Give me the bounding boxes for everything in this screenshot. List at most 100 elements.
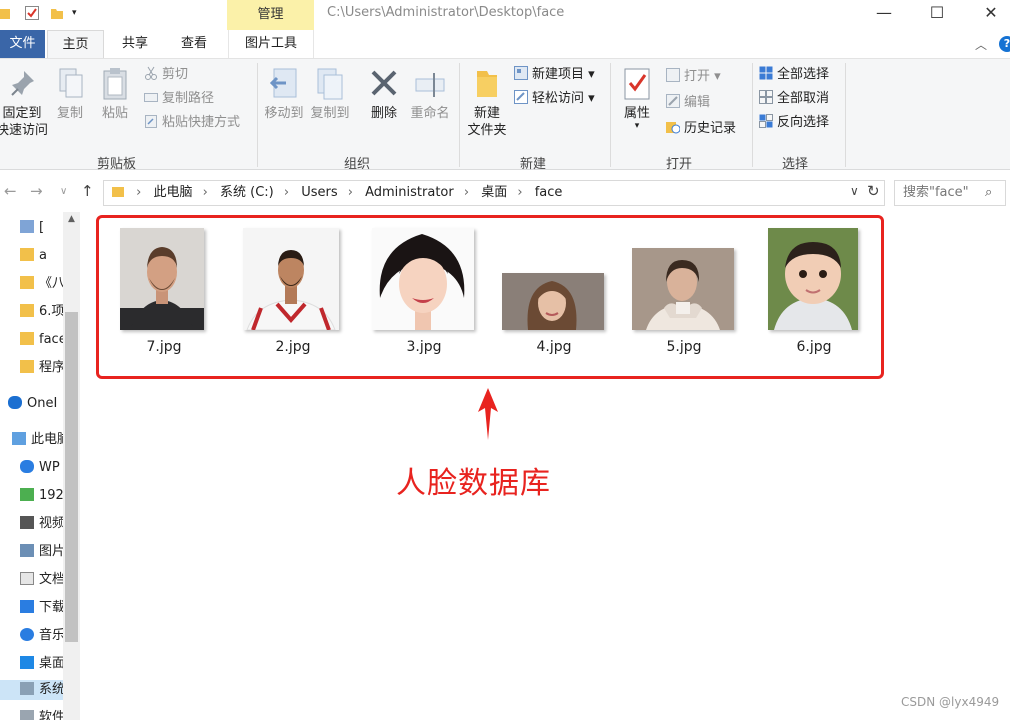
nav-item[interactable]: 文档 — [20, 570, 65, 590]
nav-item[interactable]: 下载 — [20, 598, 65, 618]
nav-item[interactable]: 音乐 — [20, 626, 65, 646]
nav-item[interactable]: OneI — [8, 394, 57, 414]
scroll-thumb[interactable] — [65, 312, 78, 642]
folder-icon[interactable] — [0, 6, 14, 20]
annotation-label: 人脸数据库 — [396, 466, 551, 501]
nav-scrollbar[interactable]: ▲ — [63, 212, 80, 720]
tab-home[interactable]: 主页 — [47, 30, 104, 58]
maximize-button[interactable]: ☐ — [917, 0, 957, 28]
close-button[interactable]: ✕ — [971, 0, 1010, 28]
nav-item[interactable]: WP — [20, 458, 60, 478]
paste-shortcut-icon — [144, 114, 158, 128]
help-icon[interactable]: ? — [999, 36, 1010, 52]
paste-button[interactable]: 粘贴 — [95, 67, 135, 122]
address-dropdown-icon[interactable]: ∨ — [850, 184, 859, 198]
recent-dropdown-icon[interactable]: ∨ — [60, 186, 67, 197]
pin-quick-access-button[interactable]: 固定到 快速访问 — [0, 67, 48, 139]
paste-shortcut-button[interactable]: 粘贴快捷方式 — [144, 113, 240, 133]
nav-item-selected[interactable]: 系统 — [0, 680, 66, 700]
folder-icon — [20, 360, 34, 373]
copy-path-button[interactable]: 复制路径 — [144, 89, 214, 109]
breadcrumb-pc[interactable]: 此电脑 — [153, 185, 192, 200]
new-folder-icon[interactable] — [50, 6, 64, 20]
rename-button[interactable]: 重命名 — [406, 67, 454, 122]
breadcrumb-separator-icon: › — [202, 185, 208, 200]
history-icon — [666, 120, 681, 134]
edit-button[interactable]: 编辑 — [666, 93, 710, 113]
folder-icon — [20, 248, 34, 261]
move-to-button[interactable]: 移动到 — [262, 67, 306, 122]
refresh-icon[interactable]: ↻ — [867, 182, 880, 200]
nav-item-label: 下载 — [39, 600, 66, 615]
nav-item[interactable]: 视频 — [20, 514, 65, 534]
forward-arrow-icon[interactable]: → — [30, 182, 43, 200]
nav-item[interactable]: 此电脑 — [12, 430, 70, 450]
easy-access-icon — [514, 90, 528, 104]
new-folder-button[interactable]: 新建 文件夹 — [462, 67, 512, 139]
copy-to-label: 复制到 — [310, 106, 350, 121]
breadcrumb-separator-icon: › — [517, 185, 523, 200]
select-all-button[interactable]: 全部选择 — [759, 65, 829, 85]
properties-button[interactable]: 属性 ▾ — [617, 67, 657, 131]
edit-label: 编辑 — [684, 95, 711, 110]
move-to-label: 移动到 — [264, 106, 304, 121]
tab-share[interactable]: 共享 — [108, 30, 162, 58]
copy-button[interactable]: 复制 — [50, 67, 90, 122]
breadcrumb-users[interactable]: Users — [301, 185, 337, 200]
paste-label: 粘贴 — [101, 106, 128, 121]
nav-item[interactable]: face — [20, 330, 67, 350]
cut-button[interactable]: 剪切 — [144, 65, 188, 85]
easy-access-button[interactable]: 轻松访问 ▾ — [514, 89, 595, 109]
properties-label: 属性 — [623, 106, 650, 121]
breadcrumb-desktop[interactable]: 桌面 — [481, 185, 507, 200]
history-label: 历史记录 — [684, 121, 737, 136]
nav-item[interactable]: 图片 — [20, 542, 65, 562]
history-button[interactable]: 历史记录 — [666, 119, 736, 139]
cloud-icon — [20, 460, 34, 473]
cut-label: 剪切 — [162, 67, 189, 82]
invert-selection-button[interactable]: 反向选择 — [759, 113, 829, 133]
back-arrow-icon[interactable]: ← — [4, 182, 17, 200]
properties-icon[interactable] — [25, 6, 39, 20]
nav-item[interactable]: 程序 — [20, 358, 65, 378]
open-button[interactable]: 打开 ▾ — [666, 67, 721, 87]
copy-to-button[interactable]: 复制到 — [308, 67, 352, 122]
nav-item[interactable]: 192 — [20, 486, 64, 506]
watermark: CSDN @lyx4949 — [901, 695, 1000, 709]
nav-item[interactable]: a — [20, 246, 47, 266]
breadcrumb-drive[interactable]: 系统 (C:) — [220, 185, 274, 200]
tab-file[interactable]: 文件 — [0, 30, 45, 58]
navigation-pane: [ a 《八 6.项 face 程序 OneI 此电脑 WP 192 视频 图片… — [0, 212, 80, 720]
quick-access-dropdown-icon[interactable]: ▾ — [72, 6, 86, 20]
nav-item[interactable]: 软件 — [20, 708, 65, 720]
up-arrow-icon[interactable]: ↑ — [81, 182, 94, 200]
select-all-label: 全部选择 — [777, 67, 830, 82]
breadcrumb-administrator[interactable]: Administrator — [365, 185, 454, 200]
copy-icon — [54, 67, 86, 101]
select-none-button[interactable]: 全部取消 — [759, 89, 829, 109]
folder-icon — [20, 276, 34, 289]
manage-tab[interactable]: 管理 — [227, 0, 314, 30]
tab-picture-tools[interactable]: 图片工具 — [228, 30, 314, 58]
search-input[interactable]: 搜索"face" ⌕ — [894, 180, 1006, 206]
new-item-button[interactable]: 新建项目 ▾ — [514, 65, 595, 85]
tab-view[interactable]: 查看 — [166, 30, 222, 58]
nav-item[interactable]: 桌面 — [20, 654, 65, 674]
rename-label: 重命名 — [410, 106, 450, 121]
search-icon: ⌕ — [985, 185, 993, 200]
delete-button[interactable]: 删除 — [364, 67, 404, 122]
address-bar[interactable]: › 此电脑 › 系统 (C:) › Users › Administrator … — [103, 180, 885, 206]
scroll-up-icon[interactable]: ▲ — [63, 214, 80, 224]
nav-item-label: 《八 — [39, 276, 66, 291]
nav-item[interactable]: [ — [20, 218, 44, 238]
minimize-button[interactable]: — — [864, 0, 904, 28]
collapse-ribbon-icon[interactable]: ︿ — [975, 36, 987, 53]
select-none-icon — [759, 90, 773, 104]
download-icon — [20, 600, 34, 613]
window-title: C:\Users\Administrator\Desktop\face — [327, 5, 565, 20]
group-divider — [752, 63, 753, 167]
nav-item[interactable]: 《八 — [20, 274, 65, 294]
nav-item[interactable]: 6.项 — [20, 302, 64, 322]
breadcrumb-face[interactable]: face — [535, 185, 563, 200]
nav-item-label: 系统 — [39, 682, 66, 697]
